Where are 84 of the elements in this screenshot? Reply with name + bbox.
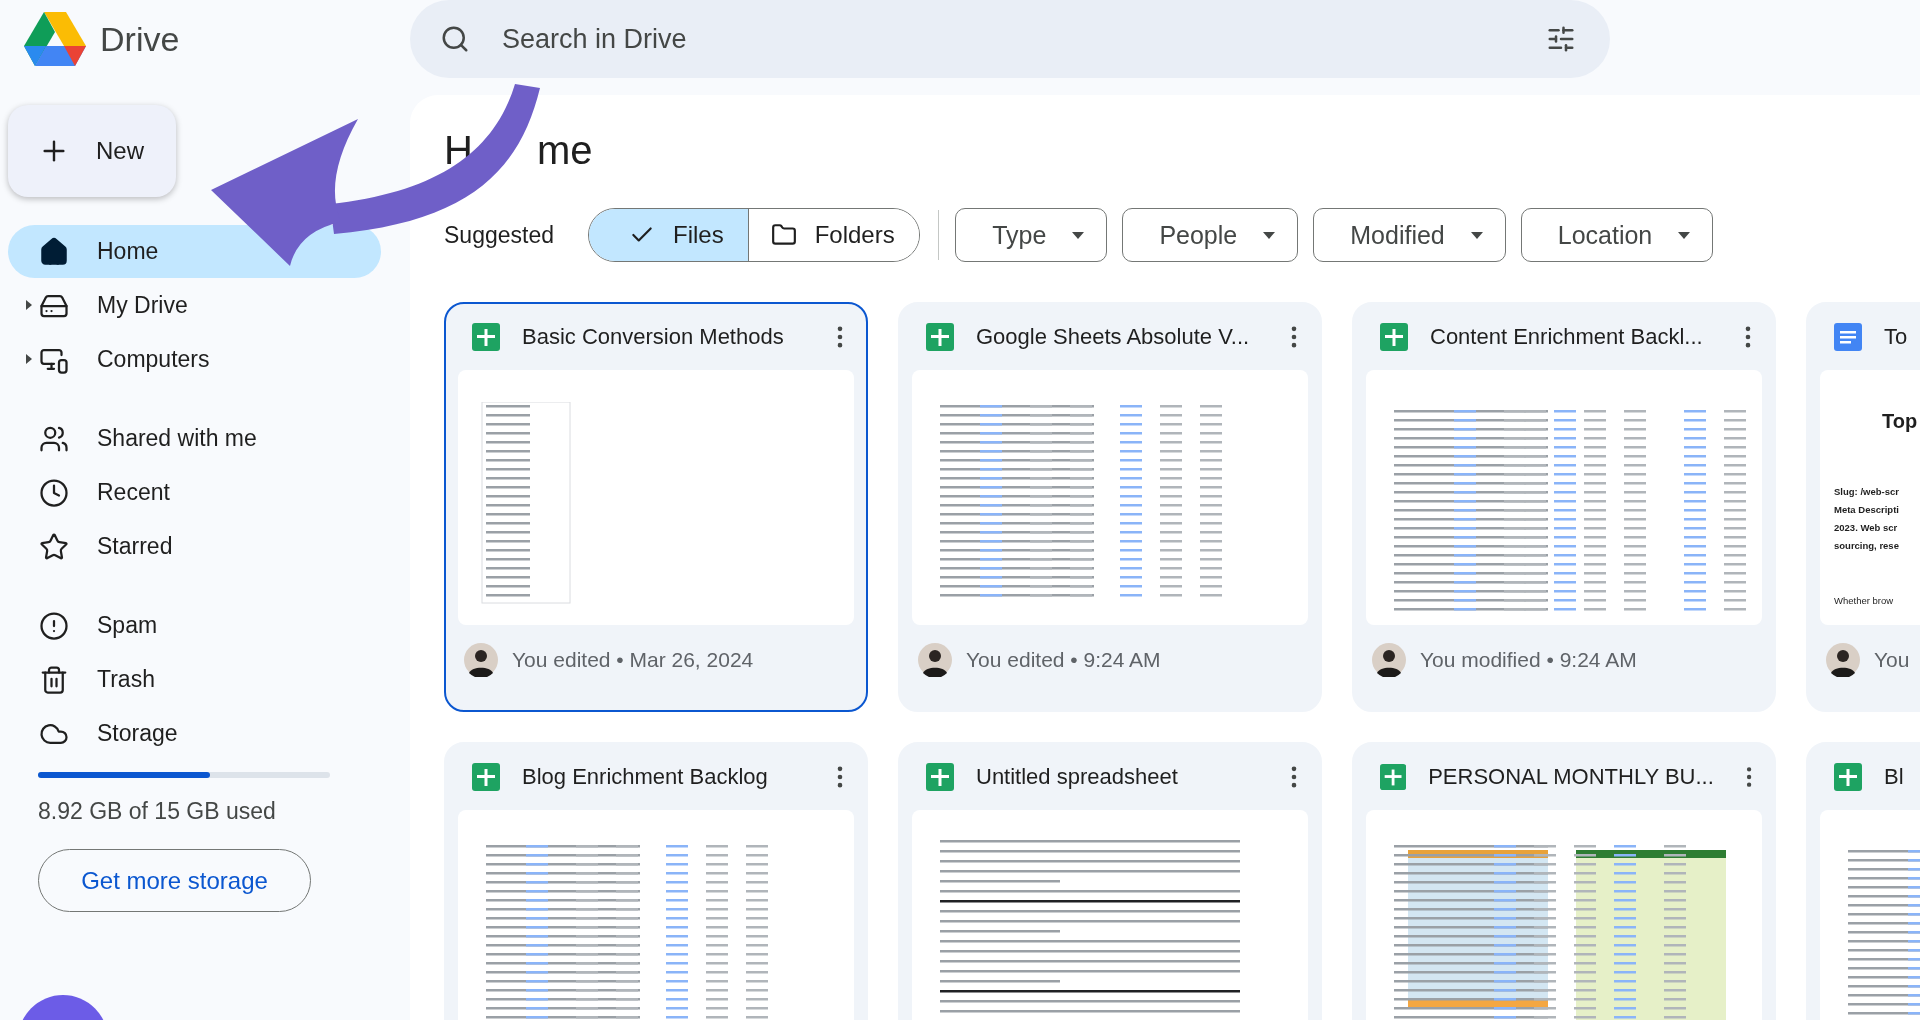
sidebar-item[interactable]: Spam [8,599,381,652]
avatar-icon [464,643,498,677]
preview-text: Slug: /web-scr [1834,485,1899,499]
clock-icon [39,477,69,508]
file-card[interactable]: Basic Conversion Methods You edited • Mar 26, 2024 [444,302,868,712]
sidebar-item[interactable]: Trash [8,653,381,706]
caret-icon [1263,231,1276,239]
file-title: Bl [1884,764,1905,790]
sidebar-item[interactable]: Shared with me [8,412,381,465]
file-title: Google Sheets Absolute V... [976,324,1251,350]
sidebar-label: Trash [97,666,155,693]
filter-dropdown[interactable]: Modified [1313,208,1506,262]
activity-text: You [1874,648,1910,672]
search-field[interactable]: Search in Drive [410,0,1610,78]
sidebar-item[interactable]: Storage [8,707,381,760]
sidebar-label: Spam [97,612,158,639]
spreadsheet-icon [472,323,500,351]
filter-dropdown[interactable]: People [1122,208,1299,262]
file-title: Blog Enrichment Backlog [522,764,769,790]
preview-text: Whether brow [1834,595,1894,606]
sidebar-item[interactable]: My Drive [8,279,381,332]
avatar-icon [1372,643,1406,677]
filter-dropdown[interactable]: Type [955,208,1108,262]
sidebar-item[interactable]: Recent [8,466,381,519]
spreadsheet-icon [926,763,954,791]
sidebar-label: My Drive [97,292,188,319]
file-card[interactable]: Untitled spreadsheet [898,742,1322,1020]
new-button[interactable]: New [8,105,176,197]
file-title: Basic Conversion Methods [522,324,785,350]
search-input[interactable]: Search in Drive [500,22,1516,56]
app-name: Drive [100,19,180,59]
spreadsheet-icon [472,763,500,791]
spreadsheet-icon [926,323,954,351]
file-title: To [1884,324,1909,350]
folder-icon [770,222,797,248]
document-icon [1834,323,1862,351]
file-card[interactable]: Google Sheets Absolute V... You edited • 9:24 AM [898,302,1322,712]
sidebar-label: Recent [97,479,170,506]
sidebar-label: Shared with me [97,425,257,452]
star-icon [39,531,69,562]
preview-text: 2023. Web scr [1834,521,1898,535]
file-title: Content Enrichment Backl... [1430,324,1704,350]
sidebar-item[interactable]: Starred [8,520,381,573]
file-card[interactable]: Bl [1806,742,1920,1020]
file-title: Untitled spreadsheet [976,764,1179,790]
avatar-icon [1826,643,1860,677]
file-card[interactable]: Blog Enrichment Backlog [444,742,868,1020]
page-title: me [536,127,593,174]
sidebar-label: Storage [97,720,178,747]
file-title: PERSONAL MONTHLY BU... [1428,764,1714,790]
caret-icon [1072,231,1085,239]
alert-icon [39,610,69,641]
preview-heading: Top [1882,410,1918,433]
search-icon [440,24,470,54]
filter-icon[interactable] [1546,24,1576,54]
caret-icon [1678,231,1691,239]
activity-text: You edited • Mar 26, 2024 [512,648,754,672]
spreadsheet-icon [1380,763,1407,791]
filter-toggle[interactable]: Files [589,209,748,261]
suggested-label: Suggested [444,221,554,249]
file-card[interactable]: To Top Slug: /web-scr Meta Descripti 2023. Web scr sourcing, rese Whether brow You [1806,302,1920,712]
caret-icon [1470,231,1483,239]
trash-icon [39,664,69,695]
sidebar-label: Home [97,238,159,265]
preview-text: Meta Descripti [1834,503,1899,517]
storage-usage: 8.92 GB of 15 GB used [38,798,277,825]
preview-text: sourcing, rese [1834,539,1899,553]
filter-dropdown[interactable]: Location [1520,208,1714,262]
sidebar-label: Computers [97,346,210,373]
spreadsheet-icon [1834,763,1862,791]
logo-icon [24,12,86,66]
file-card[interactable]: PERSONAL MONTHLY BU... [1352,742,1776,1020]
activity-text: You modified • 9:24 AM [1420,648,1637,672]
sidebar-label: Starred [97,533,173,560]
activity-text: You edited • 9:24 AM [966,648,1161,672]
spreadsheet-icon [1380,323,1408,351]
filter-toggle[interactable]: Folders [747,209,919,261]
sidebar-item[interactable]: Computers [8,333,381,386]
home-icon [39,236,69,267]
caret-icon[interactable] [24,354,34,364]
file-card[interactable]: Content Enrichment Backl... You modified • 9:24 AM [1352,302,1776,712]
avatar-icon [918,643,952,677]
caret-icon[interactable] [24,300,34,310]
sidebar-item[interactable]: Home [8,225,381,278]
